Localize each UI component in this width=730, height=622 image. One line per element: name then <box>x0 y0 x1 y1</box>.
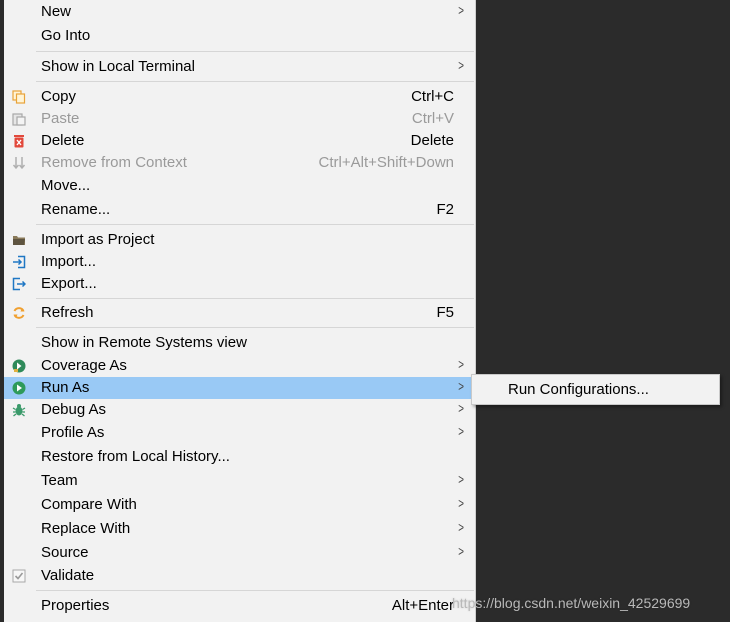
menu-item-label: Debug As <box>41 401 107 418</box>
menu-item-label: Replace With <box>41 520 131 537</box>
menu-separator <box>36 298 474 299</box>
submenu-arrow-icon: > <box>458 471 464 487</box>
shortcut-label: Ctrl+C <box>411 88 454 105</box>
menu-item-copy[interactable]: Copy Ctrl+C <box>4 86 475 108</box>
shortcut-label: Alt+Enter <box>391 597 454 614</box>
shortcut-label: Delete <box>410 132 454 149</box>
menu-item-label: Delete <box>41 132 85 149</box>
menu-item-profile-as[interactable]: Profile As > <box>4 422 475 444</box>
menu-item-label: Copy <box>41 88 77 105</box>
submenu-arrow-icon: > <box>458 543 464 559</box>
menu-item-remove-from-context[interactable]: Remove from Context Ctrl+Alt+Shift+Down <box>4 152 475 174</box>
menu-item-label: Rename... <box>41 201 111 218</box>
menu-item-label: Go Into <box>41 27 91 44</box>
menu-item-refresh[interactable]: Refresh F5 <box>4 302 475 324</box>
menu-item-move[interactable]: Move... <box>4 175 475 197</box>
submenu-arrow-icon: > <box>458 57 464 73</box>
menu-item-label: Profile As <box>41 424 105 441</box>
menu-item-import[interactable]: Import... <box>4 251 475 273</box>
menu-item-label: Validate <box>41 567 95 584</box>
menu-item-label: Export... <box>41 275 97 292</box>
export-icon <box>12 277 27 291</box>
menu-item-team[interactable]: Team > <box>4 470 475 492</box>
watermark-url: https://blog.csdn.net/weixin_42529699 <box>452 595 691 611</box>
menu-item-label: Import... <box>41 253 97 270</box>
shortcut-label: Ctrl+Alt+Shift+Down <box>318 154 454 171</box>
menu-item-delete[interactable]: Delete Delete <box>4 130 475 152</box>
menu-item-new[interactable]: New > <box>4 1 475 23</box>
submenu-arrow-icon: > <box>458 378 464 394</box>
coverage-icon <box>12 359 26 373</box>
workspace-background: New > Go Into Show in Local Terminal > C… <box>0 0 730 622</box>
menu-item-label: Team <box>41 472 78 489</box>
menu-item-label: Move... <box>41 177 91 194</box>
menu-item-label: Show in Remote Systems view <box>41 334 247 351</box>
menu-separator <box>36 327 474 328</box>
menu-item-show-in-local-terminal[interactable]: Show in Local Terminal > <box>4 56 475 78</box>
menu-item-label: Refresh <box>41 304 94 321</box>
menu-item-export[interactable]: Export... <box>4 273 475 295</box>
shortcut-label: Ctrl+V <box>411 110 454 127</box>
submenu-arrow-icon: > <box>458 2 464 18</box>
submenu-item-run-configurations[interactable]: Run Configurations... <box>508 381 649 398</box>
menu-item-run-as[interactable]: Run As > <box>4 377 475 399</box>
menu-separator <box>36 51 474 52</box>
shortcut-label: F5 <box>436 304 454 321</box>
copy-icon <box>12 90 26 104</box>
submenu-arrow-icon: > <box>458 519 464 535</box>
menu-item-rename[interactable]: Rename... F2 <box>4 199 475 221</box>
submenu-arrow-icon: > <box>458 356 464 372</box>
menu-item-label: Remove from Context <box>41 154 187 171</box>
menu-item-restore-from-local-history[interactable]: Restore from Local History... <box>4 446 475 468</box>
menu-item-coverage-as[interactable]: Coverage As > <box>4 355 475 377</box>
menu-item-label: Restore from Local History... <box>41 448 230 465</box>
menu-item-label: Properties <box>41 597 110 614</box>
shortcut-label: F2 <box>436 201 454 218</box>
menu-item-replace-with[interactable]: Replace With > <box>4 518 475 540</box>
menu-separator <box>36 224 474 225</box>
debug-icon <box>12 403 26 417</box>
delete-icon <box>12 134 26 148</box>
menu-separator <box>36 81 474 82</box>
remove-context-icon <box>12 156 26 170</box>
import-icon <box>12 255 26 269</box>
menu-item-label: Show in Local Terminal <box>41 58 195 75</box>
menu-separator <box>36 590 474 591</box>
run-icon <box>12 381 26 395</box>
folder-icon <box>12 233 26 247</box>
menu-item-show-in-remote-systems-view[interactable]: Show in Remote Systems view <box>4 332 475 354</box>
menu-item-label: New <box>41 3 72 20</box>
submenu-arrow-icon: > <box>458 423 464 439</box>
menu-item-source[interactable]: Source > <box>4 542 475 564</box>
submenu-arrow-icon: > <box>458 400 464 416</box>
menu-item-paste[interactable]: Paste Ctrl+V <box>4 108 475 130</box>
menu-item-label: Source <box>41 544 89 561</box>
menu-item-validate[interactable]: Validate <box>4 565 475 587</box>
menu-item-compare-with[interactable]: Compare With > <box>4 494 475 516</box>
run-as-submenu: Run Configurations... <box>471 374 720 405</box>
paste-icon <box>12 112 26 126</box>
submenu-arrow-icon: > <box>458 495 464 511</box>
context-menu: New > Go Into Show in Local Terminal > C… <box>4 0 476 622</box>
menu-item-label: Import as Project <box>41 231 155 248</box>
menu-item-debug-as[interactable]: Debug As > <box>4 399 475 421</box>
menu-item-label: Paste <box>41 110 80 127</box>
menu-item-label: Compare With <box>41 496 137 513</box>
checkbox-icon <box>12 569 26 583</box>
refresh-icon <box>12 306 26 320</box>
menu-item-properties[interactable]: Properties Alt+Enter <box>4 595 475 617</box>
menu-item-import-as-project[interactable]: Import as Project <box>4 229 475 251</box>
menu-item-label: Coverage As <box>41 357 127 374</box>
menu-item-label: Run As <box>41 379 90 396</box>
menu-item-go-into[interactable]: Go Into <box>4 25 475 47</box>
